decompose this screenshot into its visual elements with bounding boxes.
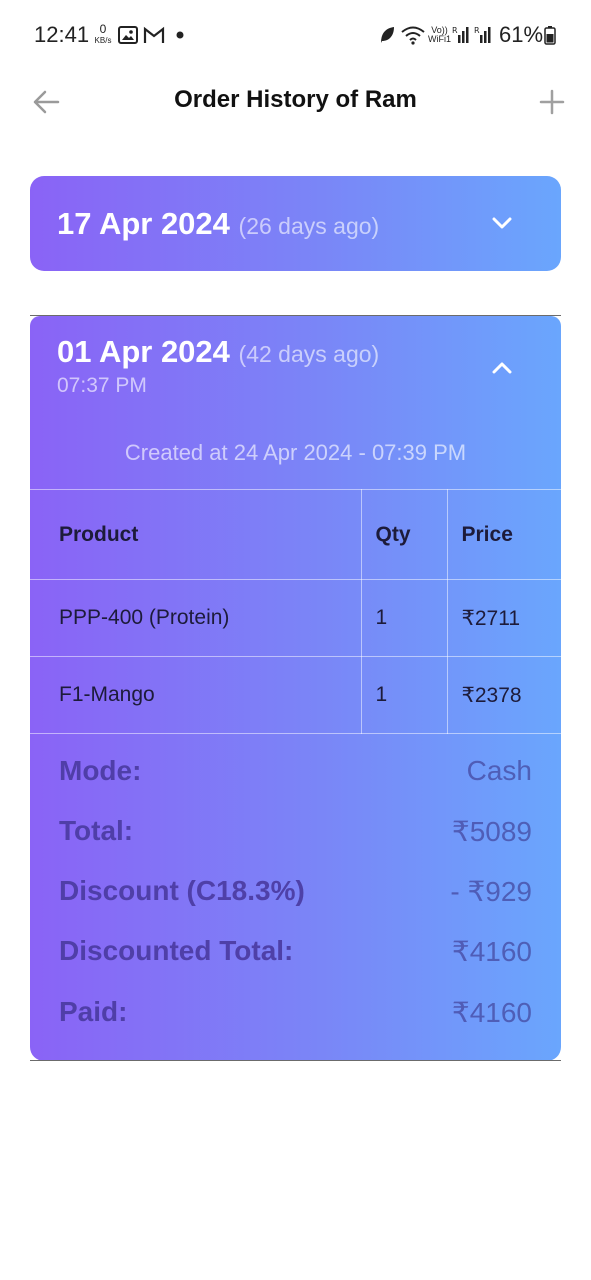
order-age: (26 days ago) — [238, 213, 380, 239]
divider — [30, 1060, 561, 1061]
summary-mode: Mode: Cash — [59, 751, 532, 791]
summary-paid: Paid: ₹4160 — [59, 992, 532, 1032]
product-name: PPP-400 (Protein) — [30, 579, 362, 657]
summary-label: Total: — [59, 815, 134, 846]
dot-icon — [176, 24, 184, 46]
product-price: ₹2378 — [446, 656, 561, 734]
order-date: 01 Apr 2024 (42 days ago) — [57, 334, 380, 369]
summary-discounted-total: Discounted Total: ₹4160 — [59, 931, 532, 971]
leaf-icon — [378, 24, 396, 46]
svg-text:R: R — [452, 26, 458, 35]
summary-label: Discounted Total: — [59, 935, 294, 966]
add-order-button[interactable] — [532, 82, 572, 122]
table-row: F1-Mango 1 ₹2378 — [30, 656, 561, 734]
column-header-product: Product — [30, 489, 362, 580]
summary-label: Paid: — [59, 996, 128, 1027]
battery-percent: 61% — [499, 22, 544, 47]
product-qty: 1 — [360, 579, 448, 657]
summary-value: - ₹929 — [450, 875, 532, 907]
vowifi-icon: Vo)) WiFi1 — [428, 25, 451, 44]
column-header-price: Price — [446, 489, 561, 580]
chevron-down-icon — [492, 217, 512, 229]
summary-value: ₹4160 — [451, 996, 532, 1028]
product-name: F1-Mango — [30, 656, 362, 734]
created-at: Created at 24 Apr 2024 - 07:39 PM — [124, 440, 467, 465]
summary-label: Discount (C18.3%) — [59, 875, 305, 906]
table-row: PPP-400 (Protein) 1 ₹2711 — [30, 579, 561, 657]
svg-text:R: R — [474, 26, 480, 35]
summary-value: Cash — [466, 755, 532, 786]
wifi-icon — [400, 24, 426, 46]
order-items-table: Product Qty Price PPP-400 (Protein) 1 ₹2… — [30, 489, 561, 734]
signal-icon: R — [474, 24, 492, 46]
expand-toggle[interactable] — [486, 207, 518, 239]
column-header-qty: Qty — [360, 489, 448, 580]
order-card-expanded: 01 Apr 2024 (42 days ago) 07:37 PM Creat… — [30, 316, 561, 1061]
table-header-row: Product Qty Price — [30, 489, 561, 580]
order-age: (42 days ago) — [238, 341, 380, 367]
summary-total: Total: ₹5089 — [59, 811, 532, 851]
page-title: Order History of Ram — [174, 86, 417, 113]
chevron-up-icon — [492, 362, 512, 374]
summary-value: ₹5089 — [451, 815, 532, 847]
summary-value: ₹4160 — [451, 935, 532, 967]
order-card[interactable]: 17 Apr 2024 (26 days ago) — [30, 176, 561, 271]
status-time: 12:41 — [34, 22, 90, 47]
status-bar: 12:41 0 KB/s Vo)) WiFi1 R R 61% — [0, 0, 591, 70]
product-price: ₹2711 — [446, 579, 561, 657]
signal-icon: R — [452, 24, 470, 46]
battery-icon — [544, 24, 556, 46]
collapse-toggle[interactable] — [486, 352, 518, 384]
network-speed: 0 KB/s — [94, 22, 112, 45]
order-date: 17 Apr 2024 (26 days ago) — [57, 206, 380, 241]
app-header: Order History of Ram — [0, 70, 591, 132]
product-qty: 1 — [360, 656, 448, 734]
summary-discount: Discount (C18.3%) - ₹929 — [59, 871, 532, 911]
gallery-icon — [118, 24, 138, 46]
order-time: 07:37 PM — [57, 374, 147, 397]
summary-label: Mode: — [59, 755, 142, 786]
plus-icon — [539, 89, 565, 115]
gmail-icon — [143, 24, 165, 46]
